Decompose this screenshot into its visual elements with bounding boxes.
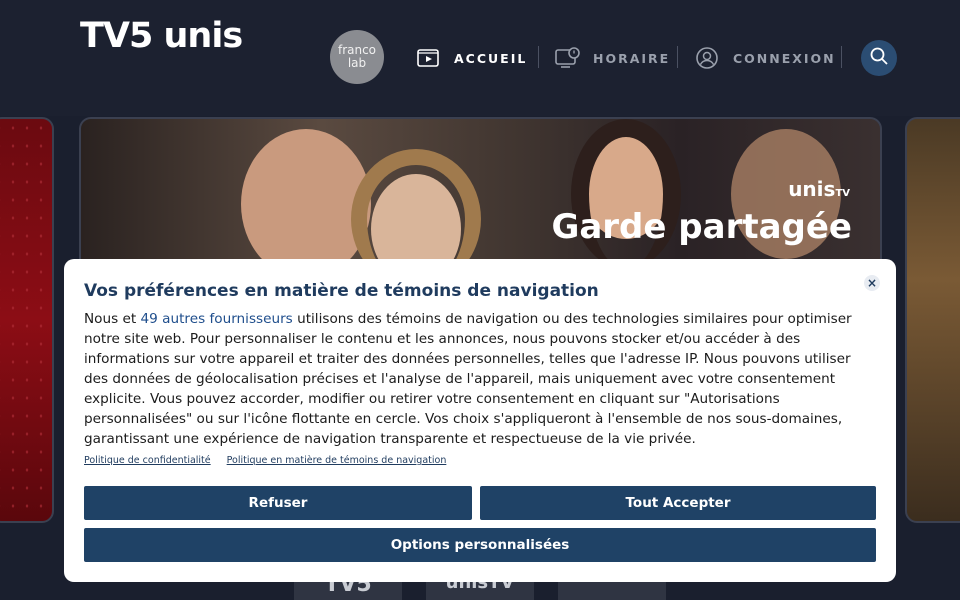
show-title: Garde partagée bbox=[551, 207, 852, 247]
user-icon bbox=[695, 46, 719, 70]
cookie-policy-link[interactable]: Politique en matière de témoins de navig… bbox=[227, 455, 447, 466]
nav-horaire[interactable]: HORAIRE bbox=[555, 40, 670, 76]
policy-links: Politique de confidentialité Politique e… bbox=[84, 455, 876, 466]
nav-accueil-label: ACCUEIL bbox=[454, 50, 528, 66]
site-header: TV5 unis franco lab ACCUEIL HORAIRE CONN… bbox=[0, 0, 960, 116]
search-icon bbox=[869, 46, 889, 70]
body-prefix: Nous et bbox=[84, 311, 141, 327]
body-text: utilisons des témoins de navigation ou d… bbox=[84, 311, 852, 447]
refuse-button[interactable]: Refuser bbox=[84, 486, 472, 520]
carousel-slide-next[interactable] bbox=[905, 117, 960, 523]
dialog-body: Nous et 49 autres fournisseurs utilisons… bbox=[84, 309, 876, 449]
unis-tv-logo: unisTV bbox=[788, 177, 850, 201]
close-button[interactable]: × bbox=[864, 275, 880, 291]
search-button[interactable] bbox=[861, 40, 897, 76]
play-icon bbox=[416, 46, 440, 70]
nav-connexion-label: CONNEXION bbox=[733, 50, 836, 66]
tv5-unis-logo[interactable]: TV5 unis bbox=[80, 16, 243, 56]
nav-horaire-label: HORAIRE bbox=[593, 50, 671, 66]
nav-accueil[interactable]: ACCUEIL bbox=[416, 40, 527, 76]
nav-divider bbox=[841, 46, 842, 68]
privacy-policy-link[interactable]: Politique de confidentialité bbox=[84, 455, 211, 466]
custom-options-button[interactable]: Options personnalisées bbox=[84, 528, 876, 562]
cookie-consent-dialog: × Vos préférences en matière de témoins … bbox=[64, 259, 896, 582]
nav-divider bbox=[538, 46, 539, 68]
nav-divider bbox=[677, 46, 678, 68]
schedule-icon bbox=[555, 46, 580, 70]
vendors-link[interactable]: 49 autres fournisseurs bbox=[141, 311, 293, 327]
dialog-title: Vos préférences en matière de témoins de… bbox=[84, 281, 599, 301]
nav-connexion[interactable]: CONNEXION bbox=[695, 40, 836, 76]
accept-all-button[interactable]: Tout Accepter bbox=[480, 486, 876, 520]
francolab-badge[interactable]: franco lab bbox=[330, 30, 384, 84]
carousel-slide-previous[interactable] bbox=[0, 117, 54, 523]
